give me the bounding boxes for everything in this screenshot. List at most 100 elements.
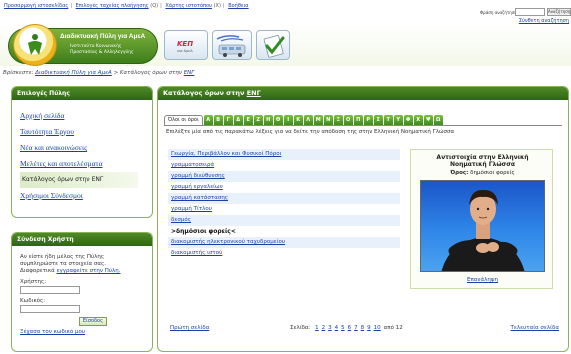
term-link[interactable]: γραμμή εργαλείων [168, 182, 400, 193]
login-intro-line: Διαφορετικά [20, 268, 55, 274]
video-term-value: δημόσιοι φορείς [470, 170, 515, 176]
letter-tab[interactable]: Ο [343, 115, 353, 125]
replay-link[interactable]: Επανάληψη [411, 277, 554, 283]
nav-item-sign-terms[interactable]: Κατάλογος όρων στην ΕΝΓ [20, 172, 138, 188]
letter-tab[interactable]: Ρ [363, 115, 373, 125]
login-intro-line: Αν είστε ήδη μέλος της Πύλης [20, 254, 105, 260]
page-number-link[interactable]: 10 [374, 325, 381, 331]
sign-language-video[interactable] [420, 180, 545, 272]
video-term-label: Όρος: [450, 170, 469, 176]
portal-logo-icon [13, 24, 57, 66]
checkmark-icon [263, 35, 285, 58]
search-input[interactable] [515, 8, 545, 16]
letter-tab[interactable]: Κ [293, 115, 303, 125]
term-link[interactable]: διακομιστής ηλεκτρονικού ταχυδρομείου [168, 237, 400, 248]
kep-banner[interactable]: ΚΕΠ για ΑμεΑ [164, 30, 208, 60]
quick-nav-link[interactable]: Επιλογές ταχείας πλοήγησης [76, 3, 149, 9]
kep-sublabel: για ΑμεΑ [177, 49, 193, 53]
forms-banner[interactable] [256, 30, 290, 60]
page-number-link[interactable]: 8 [361, 325, 365, 331]
letter-tab[interactable]: Τ [383, 115, 393, 125]
separator: | [70, 3, 73, 9]
page-number-link[interactable]: 2 [322, 325, 326, 331]
video-term: Όρος: δημόσιοι φορείς [411, 170, 554, 176]
term-row-current[interactable]: >δημόσιοι φορείς< [168, 226, 400, 237]
letter-tab[interactable]: Γ [223, 115, 233, 125]
register-link[interactable]: εγγραφείτε στην Πύλη. [57, 268, 121, 274]
nav-item-home[interactable]: Αρχική σελίδα [20, 108, 152, 124]
sitemap-link[interactable]: Χάρτης ιστοτόπου [165, 3, 212, 9]
signer-figure [441, 189, 525, 271]
term-link[interactable]: δεσμός [168, 215, 400, 226]
letter-tab[interactable]: Χ [413, 115, 423, 125]
page-total: από 12 [383, 325, 403, 331]
nav-item-project-identity[interactable]: Ταυτότητα Έργου [20, 124, 152, 140]
portal-title: Διαδικτυακή Πύλη για ΑμεΑ [60, 33, 146, 40]
quick-nav-key: (Q) [150, 3, 159, 9]
page-number-link[interactable]: 1 [315, 325, 319, 331]
letter-tab[interactable]: Ψ [423, 115, 433, 125]
username-label: Χρήστης: [20, 279, 47, 285]
people-icon [28, 34, 42, 55]
nav-item-news[interactable]: Νέα και ανακοινώσεις [20, 140, 152, 156]
letter-tab[interactable]: Λ [303, 115, 313, 125]
letter-tab[interactable]: Μ [313, 115, 323, 125]
breadcrumb-home-link[interactable]: Διαδικτυακή Πύλη για ΑμεΑ [35, 70, 112, 76]
forgot-password-link[interactable]: Ξέχασα τον κωδικό μου [20, 329, 144, 335]
letter-tab[interactable]: Ε [243, 115, 253, 125]
letter-tab[interactable]: Δ [233, 115, 243, 125]
breadcrumb-current-link[interactable]: ΕΝΓ [184, 70, 195, 76]
breadcrumb-separator: > [113, 70, 119, 76]
login-button[interactable]: Είσοδος [79, 317, 107, 326]
search-button[interactable]: Αναζήτηση [547, 8, 571, 16]
username-field[interactable] [20, 286, 80, 294]
letter-tab[interactable]: Φ [403, 115, 413, 125]
password-field[interactable] [20, 305, 80, 313]
panel-title: Σύνδεση Χρήστη [12, 233, 152, 246]
customize-site-link[interactable]: Προσαρμογή ιστοσελίδας [4, 3, 68, 9]
term-link[interactable]: Γεωργία, Περιβάλλον και Φυσικοί Πόροι [168, 149, 400, 160]
tab-all-terms[interactable]: Όλοι οι όροι [164, 115, 203, 125]
letter-tab[interactable]: Η [263, 115, 273, 125]
panel-title-text: Κατάλογος όρων στην [163, 89, 245, 97]
separator: | [222, 3, 225, 9]
term-link[interactable]: διακομιστής ιστού [168, 248, 400, 259]
nav-item-studies[interactable]: Μελέτες και αποτελέσματα [20, 156, 152, 172]
page-number-link[interactable]: 9 [367, 325, 371, 331]
term-link[interactable]: γραμμή κατάστασης [168, 193, 400, 204]
term-link[interactable]: γραμμή διεύθυνσης [168, 171, 400, 182]
page-number-link[interactable]: 5 [341, 325, 345, 331]
panel-title: Κατάλογος όρων στην ΕΝΓ [158, 87, 568, 100]
page-number-link[interactable]: 3 [328, 325, 332, 331]
nav-item-useful-links[interactable]: Χρήσιμοι Σύνδεσμοι [20, 188, 152, 204]
terms-catalog-panel: Κατάλογος όρων στην ΕΝΓ Όλοι οι όροι ΑΒΓ… [157, 86, 569, 352]
transport-banner[interactable] [212, 30, 252, 60]
letter-tab[interactable]: Π [353, 115, 363, 125]
panel-title-link[interactable]: ΕΝΓ [247, 89, 261, 97]
letter-tab[interactable]: Σ [373, 115, 383, 125]
page-number-link[interactable]: 4 [335, 325, 339, 331]
term-link[interactable]: γραμματοσειρά [168, 160, 400, 171]
letter-tab[interactable]: Β [213, 115, 223, 125]
sign-video-box: Αντιστοιχία στην Ελληνική Νοηματική Γλώσ… [410, 149, 553, 289]
letter-tab[interactable]: Θ [273, 115, 283, 125]
first-page-link[interactable]: Πρώτη σελίδα [170, 325, 209, 331]
help-link[interactable]: Βοήθεια [228, 3, 248, 9]
letter-tab[interactable]: Ι [283, 115, 293, 125]
term-link[interactable]: γραμμή Τίτλου [168, 204, 400, 215]
breadcrumb-current: Κατάλογος όρων στην [119, 70, 182, 76]
portal-subtitle: Ινστιτούτο Κοινωνικής [70, 44, 122, 49]
page-label: Σελίδα: [290, 325, 311, 331]
letter-tab[interactable]: Ν [323, 115, 333, 125]
alphabet-tabs: Όλοι οι όροι ΑΒΓΔΕΖΗΘΙΚΛΜΝΞΟΠΡΣΤΥΦΧΨΩ [164, 115, 443, 125]
last-page-link[interactable]: Τελευταία σελίδα [511, 325, 559, 331]
portal-options-panel: Επιλογές Πύλης Αρχική σελίδα Ταυτότητα Έ… [11, 86, 153, 218]
page-number-link[interactable]: 7 [354, 325, 358, 331]
letter-tab[interactable]: Α [203, 115, 213, 125]
letter-tab[interactable]: Ζ [253, 115, 263, 125]
page-number-link[interactable]: 6 [348, 325, 352, 331]
letter-tab[interactable]: Ξ [333, 115, 343, 125]
letter-tab[interactable]: Ω [433, 115, 443, 125]
kep-label: ΚΕΠ [177, 40, 194, 48]
letter-tab[interactable]: Υ [393, 115, 403, 125]
